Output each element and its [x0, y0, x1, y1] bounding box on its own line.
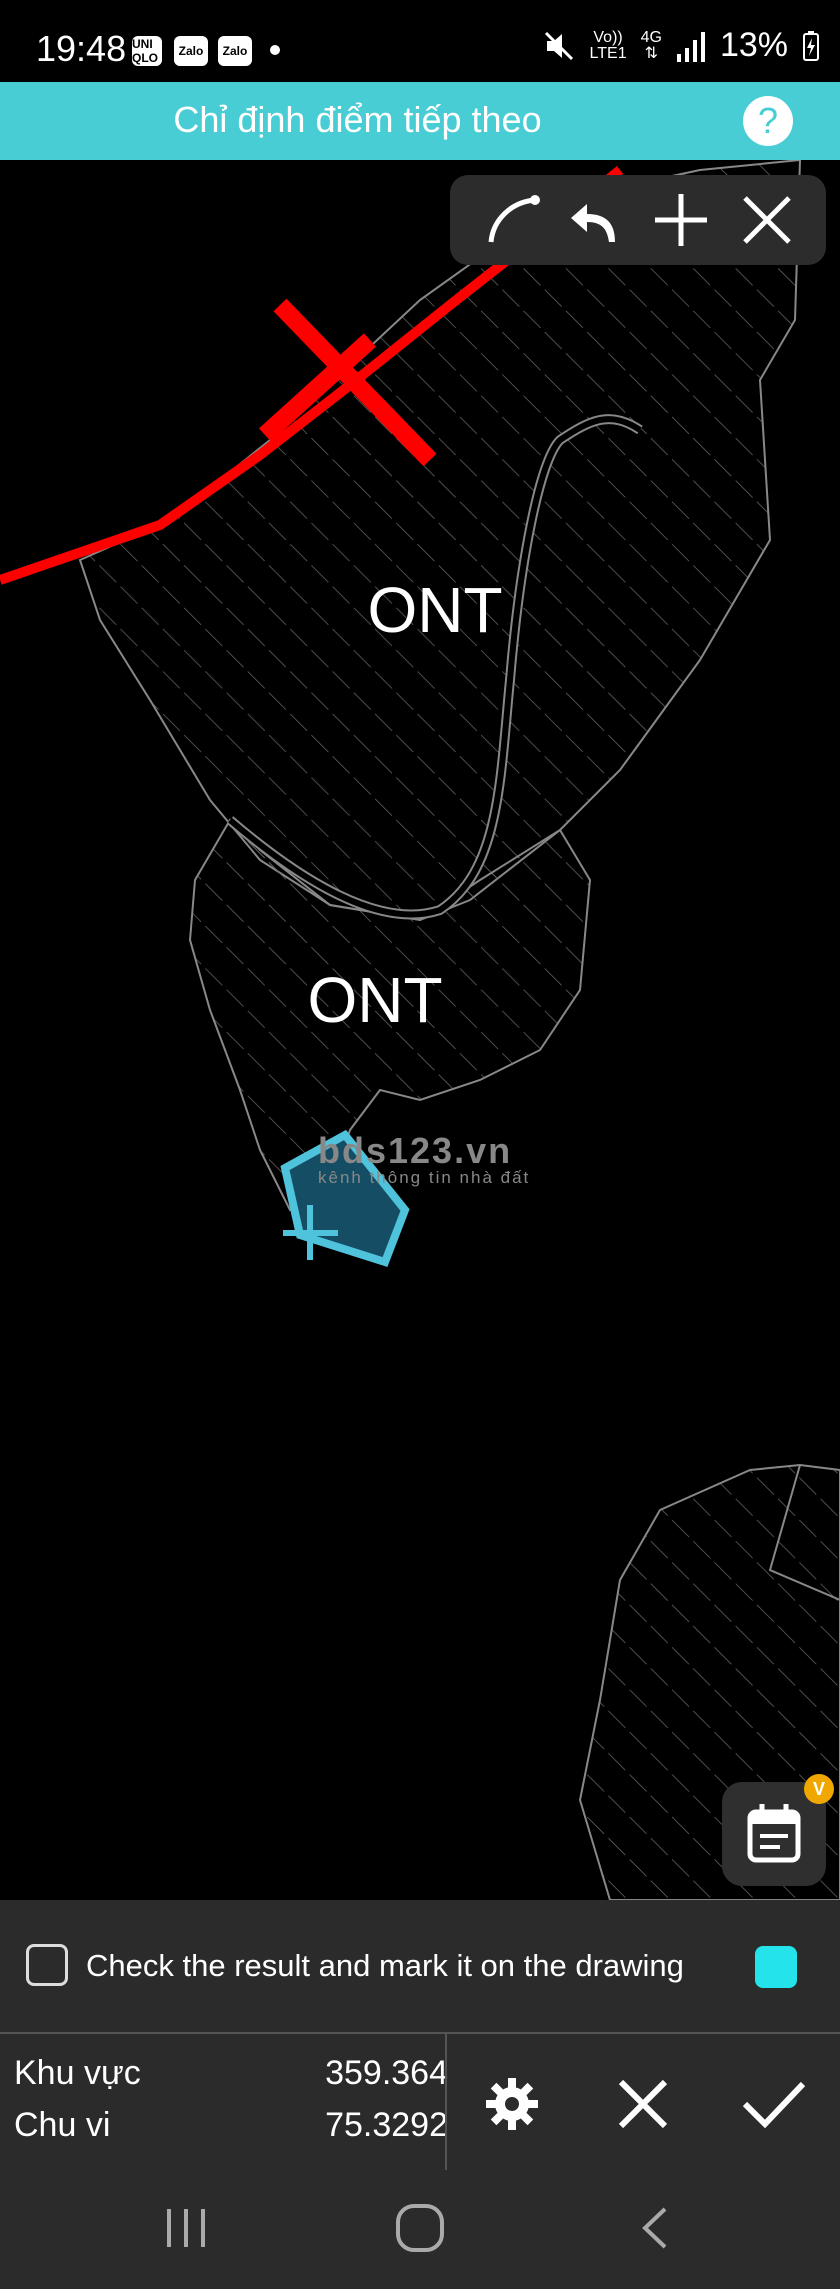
map-drawing: ONT ONT — [0, 158, 840, 1901]
status-bar: 19:48 UNI QLO Zalo Zalo Vo)) LTE1 4G ⇅ 1… — [0, 0, 840, 82]
watermark: bds123.vn kênh thông tin nhà đất — [318, 1130, 531, 1187]
status-time: 19:48 — [36, 28, 127, 69]
parcel-label-upper: ONT — [367, 574, 502, 646]
battery-charging-icon — [803, 30, 819, 61]
battery-percent: 13% — [719, 26, 788, 64]
recent-apps-icon — [167, 2209, 205, 2247]
check-panel: Check the result and mark it on the draw… — [0, 1900, 840, 2034]
area-label: Khu vực — [14, 2054, 141, 2092]
divider — [445, 2034, 447, 2170]
close-tool-button[interactable] — [732, 185, 802, 255]
help-button[interactable]: ? — [743, 96, 793, 146]
signal-icon — [676, 31, 705, 62]
notification-dot-icon — [270, 45, 280, 55]
gear-icon — [486, 2078, 538, 2130]
add-point-button[interactable] — [646, 185, 716, 255]
zalo-app-icon: Zalo — [218, 36, 252, 66]
parcel-label-lower: ONT — [307, 964, 442, 1036]
area-value: 359.364 — [325, 2054, 448, 2092]
undo-button[interactable] — [560, 185, 630, 255]
mute-icon — [544, 31, 573, 60]
check-icon — [742, 2081, 806, 2129]
uniqlo-app-icon: UNI QLO — [132, 36, 162, 66]
arc-tool-button[interactable] — [478, 185, 548, 255]
back-icon — [642, 2207, 667, 2249]
back-button[interactable] — [616, 2198, 696, 2258]
undo-icon — [571, 204, 615, 242]
home-button[interactable] — [380, 2198, 460, 2258]
page-title: Chỉ định điểm tiếp theo — [173, 99, 542, 140]
mark-color-swatch[interactable] — [755, 1946, 797, 1988]
mark-result-checkbox[interactable] — [26, 1944, 68, 1986]
navigation-bar — [0, 2170, 840, 2289]
title-bar: Chỉ định điểm tiếp theo ? — [0, 82, 840, 160]
result-panel: Khu vực 359.364 Chu vi 75.3292 — [0, 2034, 840, 2170]
home-icon — [396, 2204, 444, 2252]
parcel-upper — [78, 158, 802, 922]
zalo-app-icon: Zalo — [174, 36, 208, 66]
recent-apps-button[interactable] — [146, 2198, 226, 2258]
cancel-button[interactable] — [603, 2064, 683, 2144]
plus-icon — [655, 194, 707, 246]
close-icon — [743, 196, 791, 244]
calendar-badge: V — [804, 1774, 834, 1804]
perimeter-value: 75.3292 — [325, 2106, 448, 2144]
close-icon — [618, 2079, 668, 2129]
volte-indicator: Vo)) LTE1 — [589, 28, 627, 62]
network-type-indicator: 4G ⇅ — [640, 28, 662, 62]
arc-icon — [488, 195, 540, 243]
perimeter-label: Chu vi — [14, 2106, 111, 2144]
confirm-button[interactable] — [734, 2064, 814, 2144]
settings-button[interactable] — [472, 2064, 552, 2144]
mark-result-label: Check the result and mark it on the draw… — [86, 1948, 684, 1983]
calendar-button[interactable]: V — [722, 1774, 834, 1886]
drawing-toolbar — [450, 175, 826, 265]
map-canvas[interactable]: ONT ONT — [0, 158, 840, 1901]
